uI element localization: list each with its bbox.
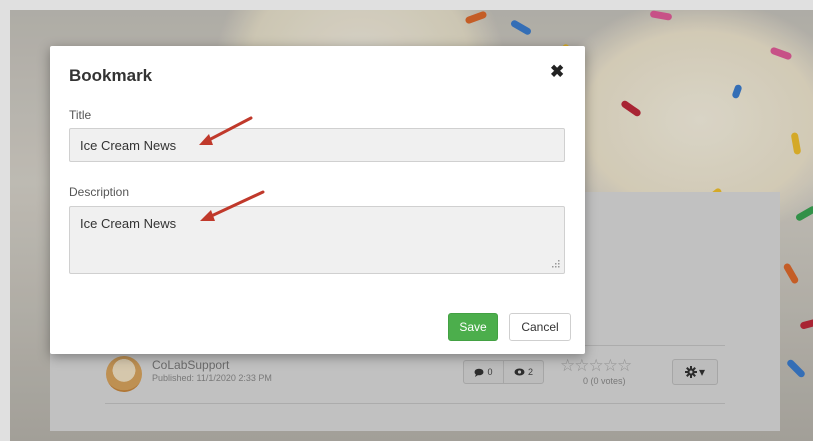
annotation-arrow-icon [200,190,265,221]
save-button[interactable]: Save [448,313,498,341]
cancel-button[interactable]: Cancel [509,313,571,341]
title-input[interactable] [69,128,565,162]
title-label: Title [69,108,92,122]
description-textarea[interactable]: Ice Cream News [69,206,565,274]
dialog-title: Bookmark [69,66,153,85]
close-icon[interactable]: ✖ [550,62,564,82]
bookmark-dialog: Bookmark ✖ Title Description Ice Cream N… [50,46,585,354]
description-label: Description [69,185,130,199]
resize-grip-icon[interactable] [550,258,560,268]
annotation-arrow-icon [199,116,253,145]
